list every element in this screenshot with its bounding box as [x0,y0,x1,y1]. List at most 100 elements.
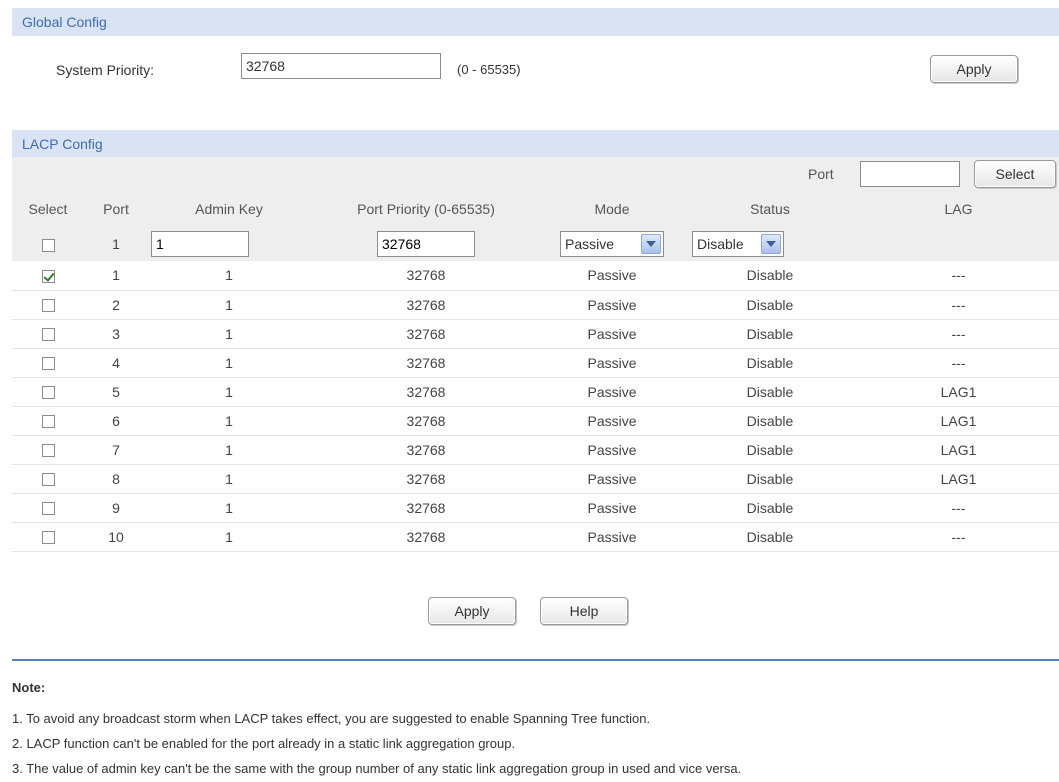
row-select-checkbox[interactable] [41,473,55,487]
row-lag: --- [858,319,1059,349]
row-select-cell [12,522,84,552]
row-mode: Passive [542,377,682,407]
row-select-checkbox[interactable] [41,328,55,342]
row-mode: Passive [542,435,682,465]
row-select-checkbox[interactable] [41,270,55,284]
row-mode: Passive [542,290,682,320]
table-row: 8 1 32768 Passive Disable LAG1 [12,464,1059,494]
help-button[interactable]: Help [540,597,628,625]
row-status: Disable [682,290,858,320]
row-select-checkbox[interactable] [41,386,55,400]
row-select-cell [12,493,84,523]
row-port: 10 [84,522,148,552]
row-select-checkbox[interactable] [41,299,55,313]
col-header-port: Port [84,191,148,227]
row-admin-key: 1 [148,522,310,552]
row-mode: Passive [542,493,682,523]
row-select-checkbox[interactable] [41,357,55,371]
row-port: 4 [84,348,148,378]
global-config-title: Global Config [22,14,107,30]
row-select-cell [12,464,84,494]
table-row: 6 1 32768 Passive Disable LAG1 [12,406,1059,436]
row-lag: LAG1 [858,377,1059,407]
row-priority: 32768 [310,319,542,349]
row-status: Disable [682,522,858,552]
admin-key-input[interactable] [151,231,249,257]
row-lag: --- [858,493,1059,523]
note-line-2: 2. LACP function can't be enabled for th… [12,736,516,751]
row-select-checkbox[interactable] [41,531,55,545]
table-row: 3 1 32768 Passive Disable --- [12,319,1059,349]
lacp-table: Select Port Admin Key Port Priority (0-6… [12,191,1059,552]
table-row: 9 1 32768 Passive Disable --- [12,493,1059,523]
row-select-checkbox[interactable] [41,502,55,516]
row-port: 7 [84,435,148,465]
row-lag: --- [858,522,1059,552]
row-select-cell [12,290,84,320]
row-priority: 32768 [310,522,542,552]
row-priority: 32768 [310,348,542,378]
global-config-header: Global Config [12,8,1059,36]
edit-row-port: 1 [84,227,148,261]
note-divider [12,659,1059,661]
port-filter-input[interactable] [860,161,960,187]
system-priority-input[interactable] [241,53,441,79]
row-mode: Passive [542,261,682,291]
system-priority-label: System Priority: [56,62,155,78]
port-filter-bar: Port Select [12,157,1059,191]
row-admin-key: 1 [148,261,310,291]
row-port: 6 [84,406,148,436]
port-priority-input[interactable] [377,231,475,257]
row-select-checkbox[interactable] [41,444,55,458]
row-priority: 32768 [310,435,542,465]
row-admin-key: 1 [148,493,310,523]
row-status: Disable [682,406,858,436]
select-all-checkbox[interactable] [41,238,55,252]
row-select-cell [12,377,84,407]
table-row: 4 1 32768 Passive Disable --- [12,348,1059,378]
chevron-down-icon [641,234,661,254]
row-mode: Passive [542,406,682,436]
row-lag: LAG1 [858,435,1059,465]
row-lag: --- [858,348,1059,378]
table-row: 2 1 32768 Passive Disable --- [12,290,1059,320]
table-header-row: Select Port Admin Key Port Priority (0-6… [12,191,1059,227]
mode-select[interactable]: Passive [560,231,664,257]
row-mode: Passive [542,464,682,494]
row-status: Disable [682,464,858,494]
row-select-checkbox[interactable] [41,415,55,429]
table-row: 1 1 32768 Passive Disable --- [12,261,1059,291]
row-admin-key: 1 [148,464,310,494]
row-status: Disable [682,377,858,407]
row-port: 9 [84,493,148,523]
table-row: 5 1 32768 Passive Disable LAG1 [12,377,1059,407]
port-filter-label: Port [808,166,834,182]
row-admin-key: 1 [148,348,310,378]
row-status: Disable [682,493,858,523]
batch-edit-row: 1 Passive Disable [12,227,1059,261]
row-port: 1 [84,261,148,291]
status-select-value: Disable [697,236,744,252]
system-priority-range: (0 - 65535) [457,62,521,77]
note-line-3: 3. The value of admin key can't be the s… [12,761,742,776]
row-admin-key: 1 [148,406,310,436]
row-mode: Passive [542,348,682,378]
lacp-config-title: LACP Config [22,136,103,152]
row-admin-key: 1 [148,290,310,320]
row-lag: --- [858,261,1059,291]
row-lag: LAG1 [858,406,1059,436]
row-priority: 32768 [310,493,542,523]
port-select-button[interactable]: Select [974,160,1056,188]
row-port: 5 [84,377,148,407]
row-status: Disable [682,261,858,291]
global-apply-button[interactable]: Apply [930,55,1018,83]
row-mode: Passive [542,522,682,552]
row-priority: 32768 [310,290,542,320]
row-lag: LAG1 [858,464,1059,494]
lacp-apply-button[interactable]: Apply [428,597,516,625]
col-header-mode: Mode [542,191,682,227]
row-status: Disable [682,435,858,465]
row-status: Disable [682,348,858,378]
status-select[interactable]: Disable [692,231,784,257]
table-row: 7 1 32768 Passive Disable LAG1 [12,435,1059,465]
